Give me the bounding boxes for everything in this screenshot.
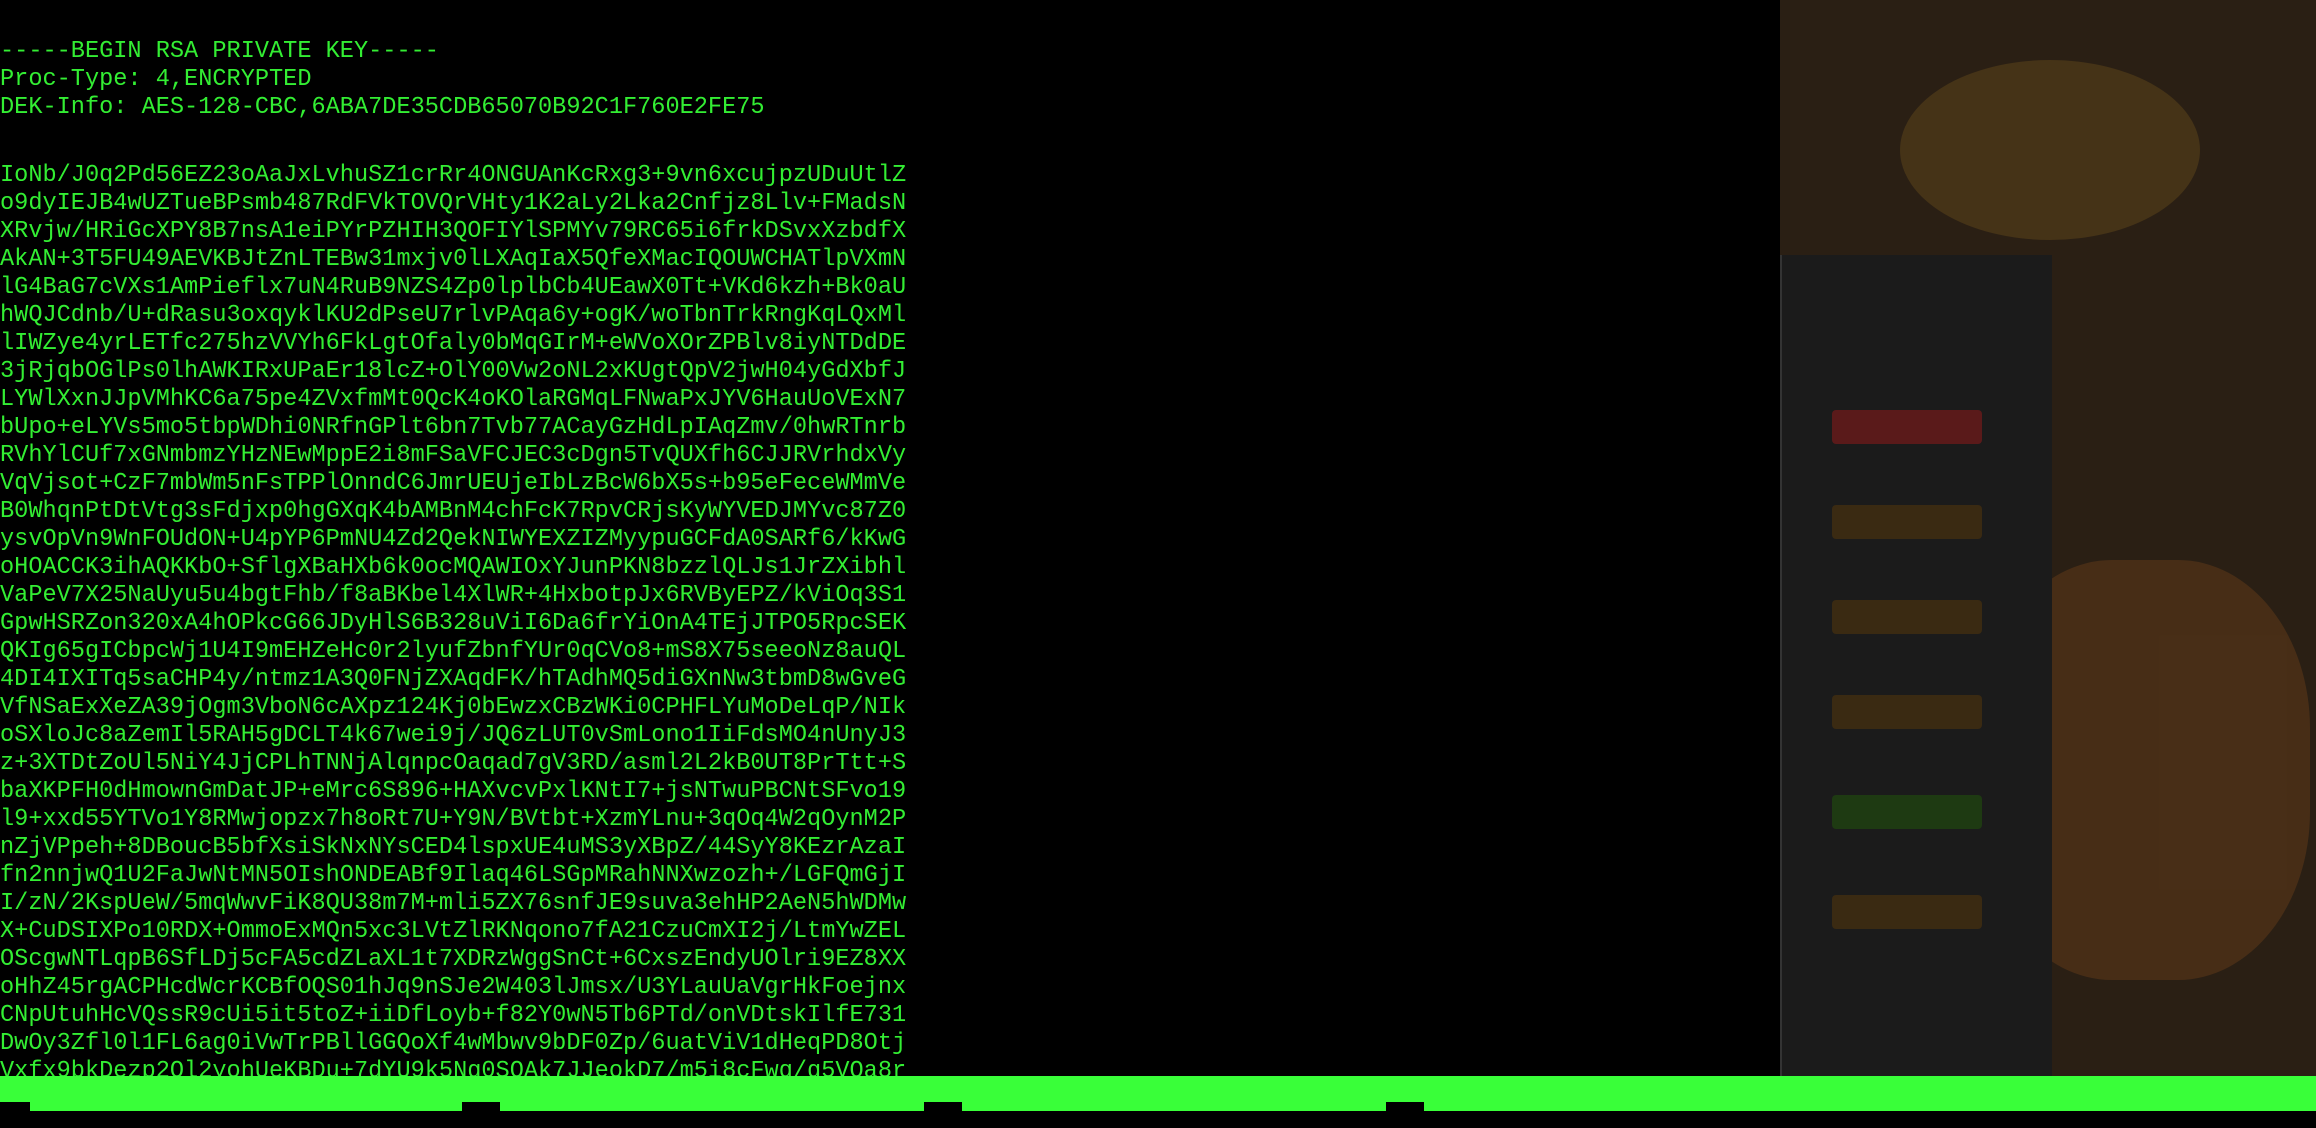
key-data-line: IoNb/J0q2Pd56EZ23oAaJxLvhuSZ1crRr4ONGUAn… <box>0 162 907 189</box>
key-data-line: QKIg65gICbpcWj1U4I9mEHZeHc0r2lyufZbnfYUr… <box>0 638 907 665</box>
background-button <box>1832 795 1982 829</box>
key-data-line: 4DI4IXITq5saCHP4y/ntmz1A3Q0FNjZXAqdFK/hT… <box>0 666 907 693</box>
key-body: IoNb/J0q2Pd56EZ23oAaJxLvhuSZ1crRr4ONGUAn… <box>0 162 1060 1086</box>
key-data-line: bUpo+eLYVs5mo5tbpWDhi0NRfnGPlt6bn7Tvb77A… <box>0 414 907 441</box>
key-data-line: X+CuDSIXPo10RDX+OmmoExMQn5xc3LVtZlRKNqon… <box>0 918 907 945</box>
background-button <box>1832 600 1982 634</box>
nano-shortcut-bar <box>0 1102 2316 1111</box>
key-data-line: VqVjsot+CzF7mbWm5nFsTPPlOnndC6JmrUEUjeIb… <box>0 470 907 497</box>
key-data-line: o9dyIEJB4wUZTueBPsmb487RdFVkTOVQrVHty1K2… <box>0 190 907 217</box>
shortcut-key[interactable] <box>1386 1102 1424 1111</box>
key-data-line: baXKPFH0dHmownGmDatJP+eMrc6S896+HAXvcvPx… <box>0 778 907 805</box>
key-data-line: VaPeV7X25NaUyu5u4bgtFhb/f8aBKbel4XlWR+4H… <box>0 582 907 609</box>
key-data-line: GpwHSRZon320xA4hOPkcG66JDyHlS6B328uViI6D… <box>0 610 907 637</box>
key-data-line: z+3XTDtZoUl5NiY4JjCPLhTNNjAlqnpcOaqad7gV… <box>0 750 907 777</box>
key-data-line: CNpUtuhHcVQssR9cUi5it5toZ+iiDfLoyb+f82Y0… <box>0 1002 907 1029</box>
background-window <box>1780 255 2052 1085</box>
nano-editor-buffer[interactable]: -----BEGIN RSA PRIVATE KEY----- Proc-Typ… <box>0 38 1060 1086</box>
key-data-line: I/zN/2KspUeW/5mqWwvFiK8QU38m7M+mli5ZX76s… <box>0 890 907 917</box>
key-data-line: VfNSaExXeZA39jOgm3VboN6cAXpz124Kj0bEwzxC… <box>0 694 907 721</box>
key-data-line: lIWZye4yrLETfc275hzVVYh6FkLgtOfaly0bMqGI… <box>0 330 907 357</box>
key-data-line: AkAN+3T5FU49AEVKBJtZnLTEBw31mxjv0lLXAqIa… <box>0 246 907 273</box>
key-data-line: lG4BaG7cVXs1AmPieflx7uN4RuB9NZS4Zp0lplbC… <box>0 274 907 301</box>
background-button <box>1832 695 1982 729</box>
proc-type-line: Proc-Type: 4,ENCRYPTED <box>0 66 312 93</box>
key-begin-line: -----BEGIN RSA PRIVATE KEY----- <box>0 38 439 65</box>
key-data-line: oHOACCK3ihAQKKbO+SflgXBaHXb6k0ocMQAWIOxY… <box>0 554 907 581</box>
key-data-line: oSXloJc8aZemIl5RAH5gDCLT4k67wei9j/JQ6zLU… <box>0 722 907 749</box>
key-data-line: ysvOpVn9WnFOUdON+U4pYP6PmNU4Zd2QekNIWYEX… <box>0 526 907 553</box>
shortcut-key[interactable] <box>0 1102 30 1111</box>
key-data-line: nZjVPpeh+8DBoucB5bfXsiSkNxNYsCED4lspxUE4… <box>0 834 907 861</box>
key-data-line: fn2nnjwQ1U2FaJwNtMN5OIshONDEABf9Ilaq46LS… <box>0 862 907 889</box>
key-data-line: B0WhqnPtDtVtg3sFdjxp0hgGXqK4bAMBnM4chFcK… <box>0 498 907 525</box>
background-button <box>1832 410 1982 444</box>
shortcut-key[interactable] <box>924 1102 962 1111</box>
background-button <box>1832 895 1982 929</box>
key-data-line: 3jRjqbOGlPs0lhAWKIRxUPaEr18lcZ+OlY00Vw2o… <box>0 358 907 385</box>
key-data-line: XRvjw/HRiGcXPY8B7nsA1eiPYrPZHIH3QOFIYlSP… <box>0 218 907 245</box>
key-data-line: hWQJCdnb/U+dRasu3oxqyklKU2dPseU7rlvPAqa6… <box>0 302 907 329</box>
background-button <box>1832 505 1982 539</box>
key-data-line: DwOy3Zfl0l1FL6ag0iVwTrPBllGGQoXf4wMbwv9b… <box>0 1030 907 1057</box>
shortcut-key[interactable] <box>462 1102 500 1111</box>
dek-info-line: DEK-Info: AES-128-CBC,6ABA7DE35CDB65070B… <box>0 94 765 121</box>
nano-filename-prompt[interactable]: File Name to Write: id_rsajohn <box>0 1076 2316 1128</box>
key-data-line: oHhZ45rgACPHcdWcrKCBfOQS01hJq9nSJe2W403l… <box>0 974 907 1001</box>
key-data-line: LYWlXxnJJpVMhKC6a75pe4ZVxfmMt0QcK4oKOlaR… <box>0 386 907 413</box>
key-data-line: l9+xxd55YTVo1Y8RMwjopzx7h8oRt7U+Y9N/BVtb… <box>0 806 907 833</box>
wallpaper-shape <box>1900 60 2200 240</box>
key-data-line: OScgwNTLqpB6SfLDj5cFA5cdZLaXL1t7XDRzWggS… <box>0 946 907 973</box>
key-data-line: RVhYlCUf7xGNmbmzYHzNEwMppE2i8mFSaVFCJEC3… <box>0 442 907 469</box>
